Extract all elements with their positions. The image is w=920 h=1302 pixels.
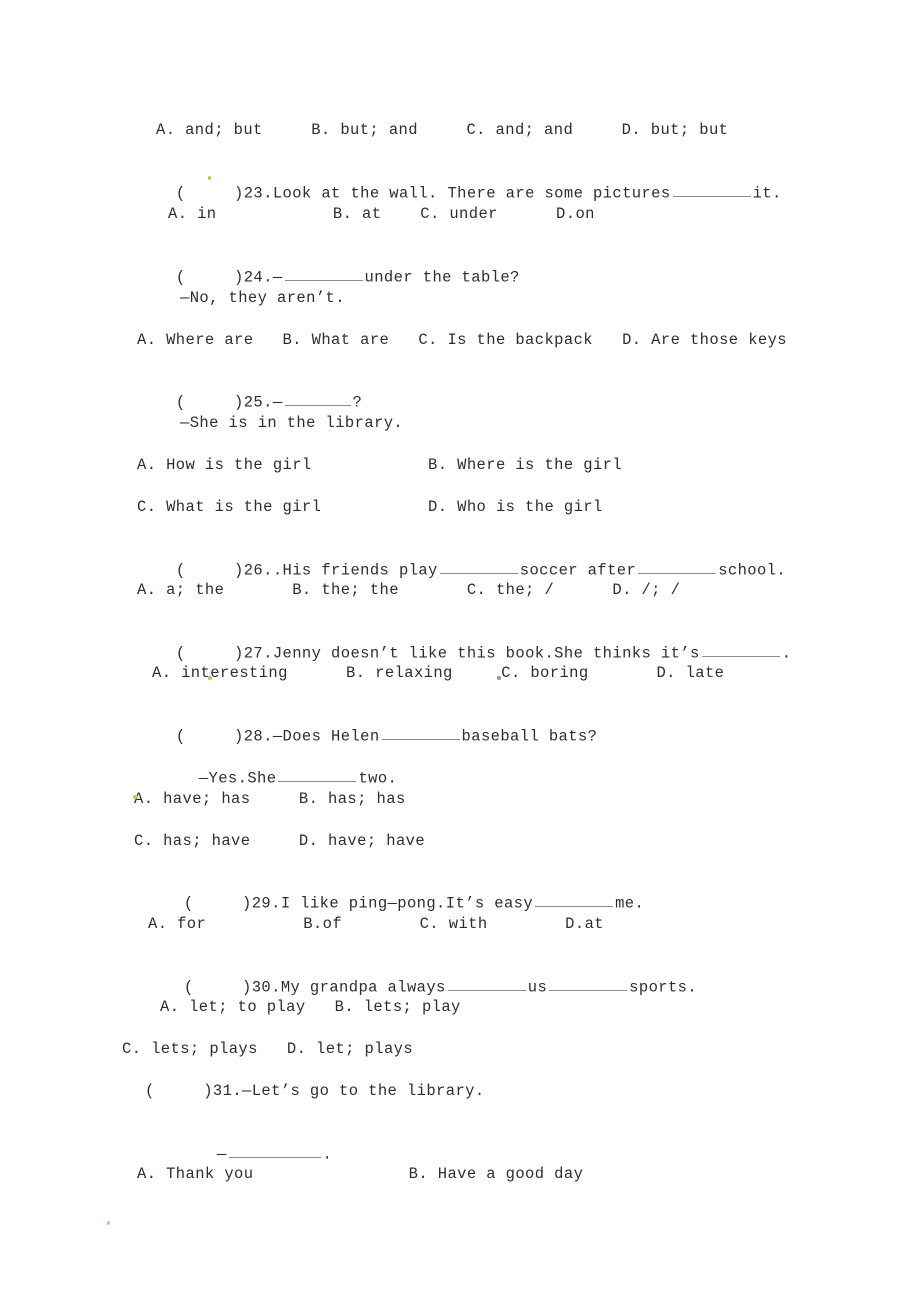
question-26-stem-text-a: soccer after <box>519 561 637 580</box>
question-30-options-row-1: A. let; to play B. lets; play <box>160 998 461 1016</box>
question-31-blank-1[interactable] <box>228 1143 321 1159</box>
question-29-options: A. for B.of C. with D.at <box>148 915 604 933</box>
scan-speckle-artifact-1 <box>208 176 211 180</box>
question-24-options: A. Where are B. What are C. Is the backp… <box>137 331 788 349</box>
question-23-stem-text-a: Look at the wall. There are some picture… <box>272 184 671 203</box>
question-28-blank-2[interactable] <box>278 767 357 783</box>
question-30-options-row-2: C. lets; plays D. let; plays <box>122 1040 414 1058</box>
question-30-stem-text-b: sports. <box>629 978 698 997</box>
question-26-stem-text-b: school. <box>718 561 787 580</box>
question-30-number: ( )30.My grandpa always <box>183 978 446 997</box>
question-28-stem-text: baseball bats? <box>461 727 598 746</box>
question-31-options: A. Thank you B. Have a good day <box>137 1165 584 1183</box>
question-31-stem: ( )31.—Let’s go to the library. <box>145 1082 485 1100</box>
option-row-prev-question: A. and; but B. but; and C. and; and D. b… <box>156 121 729 139</box>
question-26-blank-1[interactable] <box>439 559 518 575</box>
question-31-reply-text: . <box>322 1145 333 1164</box>
question-25-blank-1[interactable] <box>284 391 351 407</box>
question-27-number: ( )27.Jenny doesn’t like this book.She t… <box>175 644 700 663</box>
question-29-blank-1[interactable] <box>535 892 614 908</box>
question-24-stem-text: under the table? <box>364 268 520 287</box>
question-31-reply-dash: — <box>216 1145 227 1164</box>
question-28-options-row-2: C. has; have D. have; have <box>134 832 426 850</box>
question-24-blank-1[interactable] <box>284 266 363 282</box>
scan-speckle-artifact-4 <box>133 795 138 799</box>
question-23-stem-text-b: it. <box>752 184 782 203</box>
question-25-options-row-2: C. What is the girl D. Who is the girl <box>137 498 603 516</box>
scan-speckle-artifact-2 <box>208 676 212 680</box>
scan-speckle-artifact-5 <box>107 1221 110 1225</box>
question-28-blank-1[interactable] <box>381 725 460 741</box>
question-24-number: ( )24.— <box>175 268 283 287</box>
scan-speckle-artifact-3 <box>497 676 501 680</box>
question-27-stem-text: . <box>781 644 792 663</box>
question-28-reply-text-b: two. <box>358 769 398 788</box>
question-23-number: ( )23. <box>175 184 273 203</box>
question-28-number: ( )28.—Does Helen <box>175 727 380 746</box>
question-26-number: ( )26..His friends play <box>175 561 438 580</box>
question-25-reply: —She is in the library. <box>180 414 404 432</box>
question-30-blank-2[interactable] <box>549 976 628 992</box>
worksheet-page: A. and; but B. but; and C. and; and D. b… <box>0 0 920 1302</box>
question-23-options: A. in B. at C. under D.on <box>168 205 595 223</box>
question-28-options-row-1: A. have; has B. has; has <box>134 790 406 808</box>
question-30-stem-text-a: us <box>527 978 548 997</box>
question-25-number: ( )25.— <box>175 393 283 412</box>
question-29-stem-text: me. <box>615 894 645 913</box>
question-30-blank-1[interactable] <box>447 976 526 992</box>
question-28-reply-text-a: —Yes.She <box>198 769 277 788</box>
question-27-options: A. interesting B. relaxing C. boring D. … <box>152 664 725 682</box>
question-26-blank-2[interactable] <box>638 559 717 575</box>
question-25-options-row-1: A. How is the girl B. Where is the girl <box>137 456 623 474</box>
question-27-blank-1[interactable] <box>701 642 780 658</box>
question-29-number: ( )29.I like ping—pong.It’s easy <box>183 894 534 913</box>
question-24-reply: —No, they aren’t. <box>180 289 345 307</box>
question-26-options: A. a; the B. the; the C. the; / D. /; / <box>137 581 681 599</box>
question-25-stem-text: ? <box>352 393 363 412</box>
question-23-blank-1[interactable] <box>672 182 751 198</box>
